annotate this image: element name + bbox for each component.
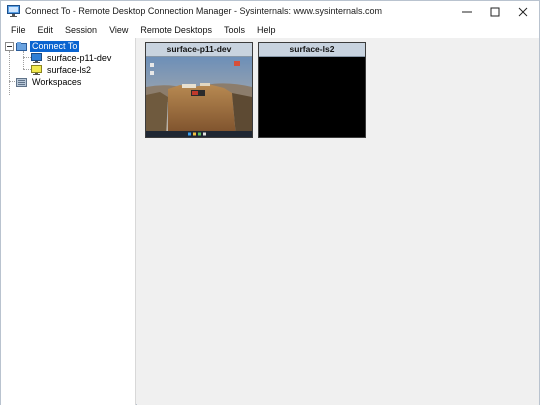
tree-item-workspaces[interactable]: Workspaces bbox=[16, 76, 83, 88]
thumbnail-surface-p11-dev[interactable]: surface-p11-dev bbox=[145, 42, 253, 138]
server-icon bbox=[31, 65, 42, 75]
workspaces-icon bbox=[16, 78, 27, 87]
tree-item-surface-p11-dev[interactable]: surface-p11-dev bbox=[31, 52, 113, 64]
tree-item-surface-ls2[interactable]: surface-ls2 bbox=[31, 64, 93, 76]
tree-connector bbox=[23, 51, 24, 69]
tree-item-label: surface-ls2 bbox=[47, 64, 92, 75]
maximize-icon bbox=[490, 7, 500, 16]
window-title: Connect To - Remote Desktop Connection M… bbox=[25, 6, 382, 16]
tree-connector bbox=[23, 69, 31, 70]
close-button[interactable] bbox=[506, 1, 540, 22]
tree-item-connect-to[interactable]: Connect To bbox=[16, 40, 80, 52]
close-icon bbox=[518, 7, 528, 16]
thumbnail-title: surface-p11-dev bbox=[146, 43, 252, 57]
connected-server-icon bbox=[31, 53, 42, 63]
rdcman-app-icon bbox=[7, 5, 20, 17]
thumbnail-surface-ls2[interactable]: surface-ls2 bbox=[258, 42, 366, 138]
menu-bar: File Edit Session View Remote Desktops T… bbox=[1, 22, 539, 38]
remote-desktop-preview bbox=[259, 57, 365, 137]
menu-help[interactable]: Help bbox=[251, 22, 282, 38]
minimize-icon bbox=[462, 11, 472, 12]
tree-item-label: Connect To bbox=[30, 40, 80, 52]
menu-edit[interactable]: Edit bbox=[32, 22, 60, 38]
menu-file[interactable]: File bbox=[1, 22, 32, 38]
remote-desktop-preview bbox=[146, 57, 252, 137]
group-icon bbox=[16, 42, 27, 51]
menu-tools[interactable]: Tools bbox=[218, 22, 251, 38]
thumbnail-title: surface-ls2 bbox=[259, 43, 365, 57]
tree-connector bbox=[9, 51, 10, 95]
menu-remote-desktops[interactable]: Remote Desktops bbox=[134, 22, 218, 38]
minus-icon bbox=[7, 46, 12, 47]
thumbnail-view: surface-p11-dev surface-ls2 bbox=[137, 38, 539, 405]
collapse-toggle[interactable] bbox=[5, 42, 14, 51]
server-tree[interactable]: Connect To surface-p11-dev surface-ls2 W… bbox=[1, 38, 136, 405]
desktop-wallpaper bbox=[146, 57, 252, 137]
title-bar: Connect To - Remote Desktop Connection M… bbox=[1, 1, 539, 22]
menu-view[interactable]: View bbox=[103, 22, 134, 38]
app-window: Connect To - Remote Desktop Connection M… bbox=[0, 0, 540, 405]
tree-item-label: Workspaces bbox=[32, 76, 82, 87]
tree-connector bbox=[23, 57, 31, 58]
menu-session[interactable]: Session bbox=[59, 22, 103, 38]
tree-item-label: surface-p11-dev bbox=[47, 52, 112, 63]
